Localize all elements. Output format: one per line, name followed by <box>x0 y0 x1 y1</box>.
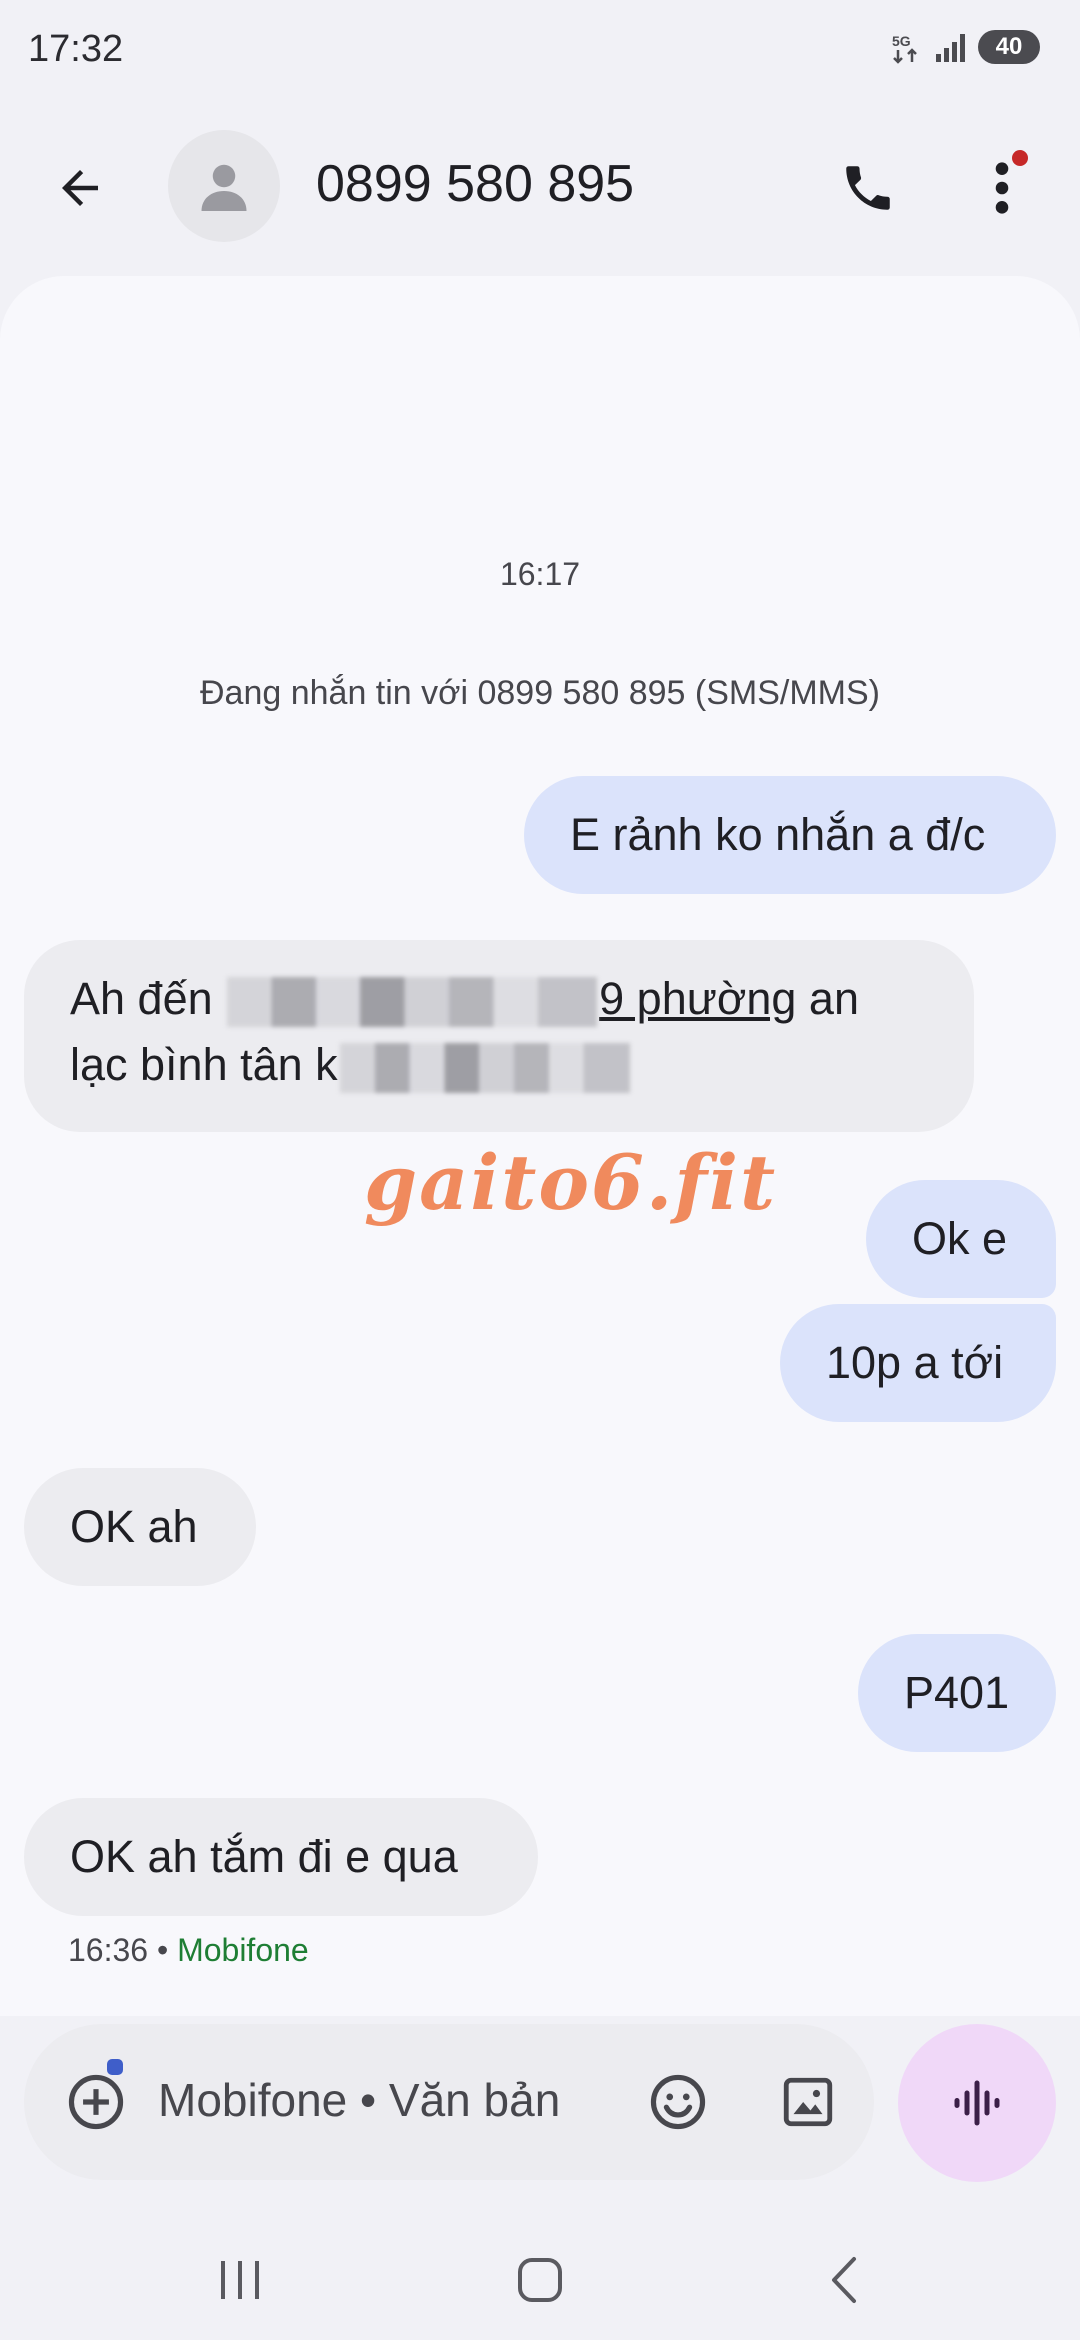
back-icon <box>832 2257 856 2303</box>
home-button[interactable] <box>490 2240 590 2320</box>
call-button[interactable] <box>826 146 910 230</box>
add-circle-icon <box>68 2074 124 2130</box>
message-text: OK ah tắm đi e qua <box>70 1831 458 1882</box>
person-icon <box>201 164 247 211</box>
more-vert-icon <box>995 162 1009 214</box>
redacted-text <box>227 977 598 1028</box>
voice-wave-icon <box>954 2080 1000 2126</box>
time-divider: 16:17 <box>499 556 581 592</box>
message-text-link[interactable]: 9 phường <box>599 973 796 1024</box>
watermark-text: gaito6.fit <box>364 1138 778 1227</box>
app-bar: 0899 580 895 <box>0 120 1080 250</box>
message-input[interactable] <box>158 2070 628 2130</box>
emoji-icon <box>650 2074 706 2130</box>
message-incoming[interactable]: OK ah <box>24 1468 256 1586</box>
status-bar: 17:32 5G 40 <box>0 0 1080 100</box>
message-time: 16:36 <box>68 1932 149 1968</box>
message-text: E rảnh ko nhắn a đ/c <box>570 809 986 860</box>
image-icon <box>783 2077 833 2127</box>
network-5g-icon: 5G <box>892 33 917 64</box>
voice-button[interactable] <box>898 2024 1056 2182</box>
message-outgoing[interactable]: P401 <box>858 1634 1056 1752</box>
emoji-button[interactable] <box>638 2062 718 2142</box>
system-nav-bar <box>0 2220 1080 2330</box>
message-text: 10p a tới <box>826 1337 1004 1388</box>
message-text-part: Ah đến <box>70 973 213 1024</box>
nav-back-button[interactable] <box>794 2240 894 2320</box>
notification-dot <box>1012 150 1028 166</box>
recents-button[interactable] <box>190 2240 290 2320</box>
message-meta: 16:36 • Mobifone <box>68 1932 309 1969</box>
attach-notification-dot <box>104 2056 126 2078</box>
status-icons: 5G 40 <box>890 30 1040 64</box>
message-outgoing[interactable]: 10p a tới <box>780 1304 1056 1422</box>
phone-icon <box>846 166 890 210</box>
home-icon <box>518 2258 562 2302</box>
sms-info-text: Đang nhắn tin với 0899 580 895 (SMS/MMS) <box>200 674 880 712</box>
meta-separator: • <box>156 1932 169 1968</box>
gallery-button[interactable] <box>768 2062 848 2142</box>
recents-icon <box>221 2261 259 2299</box>
message-incoming[interactable]: Ah đến 9 phường an lạc bình tân k <box>24 940 974 1132</box>
contact-title[interactable]: 0899 580 895 <box>316 154 634 214</box>
message-text: Ok e <box>912 1213 1008 1264</box>
message-text-part: lạc bình tân k <box>70 1039 338 1090</box>
battery-indicator: 40 <box>978 30 1040 64</box>
message-outgoing[interactable]: Ok e <box>866 1180 1056 1298</box>
message-text-part: an <box>796 973 859 1024</box>
message-outgoing[interactable]: E rảnh ko nhắn a đ/c <box>524 776 1056 894</box>
avatar[interactable] <box>168 130 280 242</box>
message-carrier: Mobifone <box>177 1932 309 1968</box>
redacted-text <box>339 1043 630 1094</box>
more-options-button[interactable] <box>966 146 1038 230</box>
battery-level: 40 <box>995 33 1023 60</box>
back-arrow-icon <box>62 170 98 206</box>
signal-icon <box>936 34 965 62</box>
status-time: 17:32 <box>28 28 124 70</box>
message-text: P401 <box>904 1667 1010 1718</box>
back-button[interactable] <box>40 148 120 228</box>
composer-bar <box>24 2024 874 2180</box>
message-incoming[interactable]: OK ah tắm đi e qua <box>24 1798 538 1916</box>
message-text: OK ah <box>70 1501 198 1552</box>
network-label: 5G <box>892 33 911 49</box>
